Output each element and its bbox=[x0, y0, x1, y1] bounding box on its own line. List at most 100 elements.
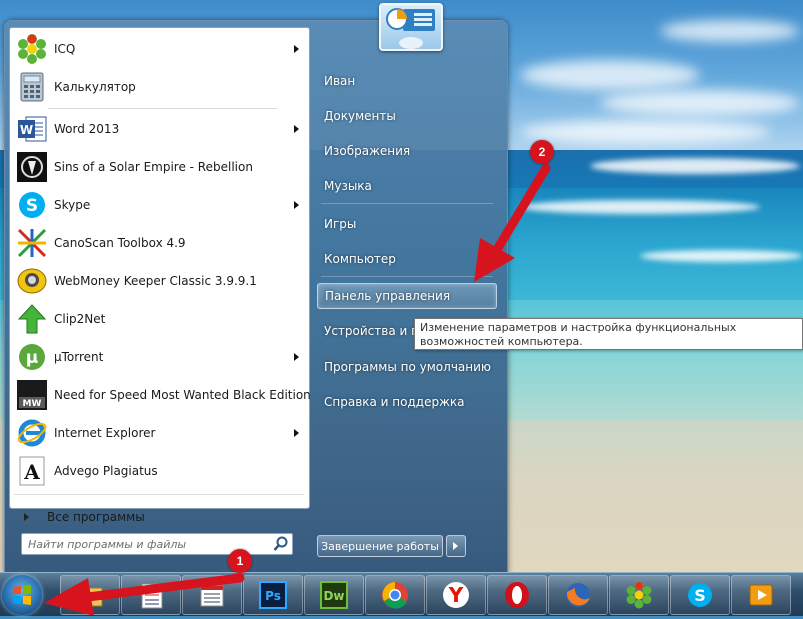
taskbar-firefox[interactable] bbox=[548, 575, 608, 615]
right-item-documents[interactable]: Документы bbox=[317, 103, 497, 129]
taskbar-explorer[interactable] bbox=[60, 575, 120, 615]
search-box[interactable] bbox=[21, 533, 293, 555]
taskbar-document[interactable] bbox=[121, 575, 181, 615]
svg-text:Ps: Ps bbox=[265, 589, 281, 603]
annotation-badge-1: 1 bbox=[228, 549, 252, 573]
right-item-user[interactable]: Иван bbox=[317, 68, 497, 94]
program-label: Internet Explorer bbox=[54, 426, 156, 440]
program-item-sins[interactable]: Sins of a Solar Empire - Rebellion bbox=[12, 149, 307, 185]
skype-icon: S bbox=[16, 189, 48, 221]
taskbar-opera[interactable] bbox=[487, 575, 547, 615]
submenu-arrow-icon[interactable] bbox=[294, 353, 299, 361]
calculator-icon bbox=[16, 71, 48, 103]
program-label: Advego Plagiatus bbox=[54, 464, 158, 478]
program-item-webmoney[interactable]: WebMoney Keeper Classic 3.9.9.1 bbox=[12, 263, 307, 299]
svg-text:Y: Y bbox=[448, 583, 464, 607]
program-label: Калькулятор bbox=[54, 80, 136, 94]
program-item-calculator[interactable]: Калькулятор bbox=[12, 69, 307, 105]
programs-pane: ICQ Калькулятор W Word 2013 Sins of a So… bbox=[9, 27, 311, 524]
word-icon: W bbox=[16, 113, 48, 145]
submenu-arrow-icon[interactable] bbox=[294, 45, 299, 53]
opera-icon bbox=[505, 582, 529, 608]
wallpaper-wave bbox=[640, 250, 803, 262]
program-label: Need for Speed Most Wanted Black Edition bbox=[54, 388, 311, 402]
taskbar-photoshop[interactable]: Ps bbox=[243, 575, 303, 615]
svg-text:Dw: Dw bbox=[323, 589, 344, 603]
explorer-icon bbox=[77, 584, 103, 607]
taskbar-chrome[interactable] bbox=[365, 575, 425, 615]
sins-game-icon bbox=[16, 151, 48, 183]
separator bbox=[48, 108, 278, 109]
all-programs-arrow-icon bbox=[24, 513, 29, 521]
program-label: ICQ bbox=[54, 42, 76, 56]
program-label: Skype bbox=[54, 198, 91, 212]
all-programs-label: Все программы bbox=[47, 510, 145, 524]
program-item-nfs[interactable]: MW Need for Speed Most Wanted Black Edit… bbox=[12, 377, 311, 413]
program-label: µTorrent bbox=[54, 350, 104, 364]
right-item-help[interactable]: Справка и поддержка bbox=[317, 389, 497, 415]
search-icon[interactable] bbox=[272, 535, 290, 553]
all-programs-button[interactable]: Все программы bbox=[10, 502, 309, 532]
submenu-arrow-icon[interactable] bbox=[294, 125, 299, 133]
internet-explorer-icon bbox=[16, 417, 48, 449]
photoshop-icon: Ps bbox=[259, 581, 287, 609]
right-item-computer[interactable]: Компьютер bbox=[317, 246, 497, 272]
program-label: Clip2Net bbox=[54, 312, 106, 326]
separator bbox=[14, 494, 304, 495]
wallpaper-cloud bbox=[520, 120, 770, 144]
separator bbox=[321, 203, 493, 204]
separator bbox=[321, 276, 493, 277]
wallpaper-cloud bbox=[520, 60, 700, 90]
program-item-internet-explorer[interactable]: Internet Explorer bbox=[12, 415, 307, 451]
right-item-games[interactable]: Игры bbox=[317, 211, 497, 237]
taskbar-skype[interactable]: S bbox=[670, 575, 730, 615]
wallpaper-wave bbox=[590, 158, 800, 174]
taskbar-icq[interactable] bbox=[609, 575, 669, 615]
wallpaper-cloud bbox=[600, 90, 800, 116]
taskbar-media-player[interactable] bbox=[731, 575, 791, 615]
submenu-arrow-icon[interactable] bbox=[294, 201, 299, 209]
annotation-badge-2: 2 bbox=[530, 140, 554, 164]
submenu-arrow-icon[interactable] bbox=[294, 429, 299, 437]
yandex-browser-icon: Y bbox=[443, 582, 469, 608]
advego-icon: A bbox=[16, 455, 48, 487]
icq-flower-icon bbox=[16, 33, 48, 65]
right-item-pictures[interactable]: Изображения bbox=[317, 138, 497, 164]
start-button[interactable] bbox=[2, 575, 42, 615]
shutdown-button[interactable]: Завершение работы bbox=[317, 535, 443, 557]
right-item-control-panel[interactable]: Панель управления bbox=[317, 283, 497, 309]
program-label: Sins of a Solar Empire - Rebellion bbox=[54, 160, 253, 174]
program-item-canoscan[interactable]: CanoScan Toolbox 4.9 bbox=[12, 225, 307, 261]
media-player-icon bbox=[749, 584, 773, 606]
program-label: WebMoney Keeper Classic 3.9.9.1 bbox=[54, 274, 257, 288]
svg-text:S: S bbox=[26, 196, 38, 216]
user-picture[interactable] bbox=[379, 3, 443, 51]
right-item-default-programs[interactable]: Программы по умолчанию bbox=[317, 354, 497, 380]
clip2net-arrow-icon bbox=[16, 303, 48, 335]
program-item-clip2net[interactable]: Clip2Net bbox=[12, 301, 307, 337]
taskbar-dreamweaver[interactable]: Dw bbox=[304, 575, 364, 615]
program-item-utorrent[interactable]: µ µTorrent bbox=[12, 339, 307, 375]
webmoney-icon bbox=[16, 265, 48, 297]
taskbar-yandex[interactable]: Y bbox=[426, 575, 486, 615]
program-item-word[interactable]: W Word 2013 bbox=[12, 111, 307, 147]
wallpaper-wave bbox=[520, 200, 760, 214]
program-label: Word 2013 bbox=[54, 122, 120, 136]
taskbar-document-2[interactable] bbox=[182, 575, 242, 615]
svg-text:W: W bbox=[20, 123, 33, 137]
svg-text:MW: MW bbox=[23, 399, 42, 409]
firefox-icon bbox=[566, 583, 590, 607]
utorrent-icon: µ bbox=[16, 341, 48, 373]
program-item-skype[interactable]: S Skype bbox=[12, 187, 307, 223]
program-item-icq[interactable]: ICQ bbox=[12, 31, 307, 67]
control-panel-tooltip: Изменение параметров и настройка функцио… bbox=[414, 318, 803, 350]
document-icon bbox=[200, 585, 224, 607]
canoscan-icon bbox=[16, 227, 48, 259]
taskbar: Ps Dw Y S bbox=[0, 572, 803, 616]
program-item-advego[interactable]: A Advego Plagiatus bbox=[12, 453, 307, 489]
svg-text:µ: µ bbox=[26, 348, 39, 368]
right-item-music[interactable]: Музыка bbox=[317, 173, 497, 199]
svg-text:A: A bbox=[23, 460, 40, 484]
nfs-icon: MW bbox=[16, 379, 48, 411]
shutdown-options-button[interactable] bbox=[446, 535, 466, 557]
